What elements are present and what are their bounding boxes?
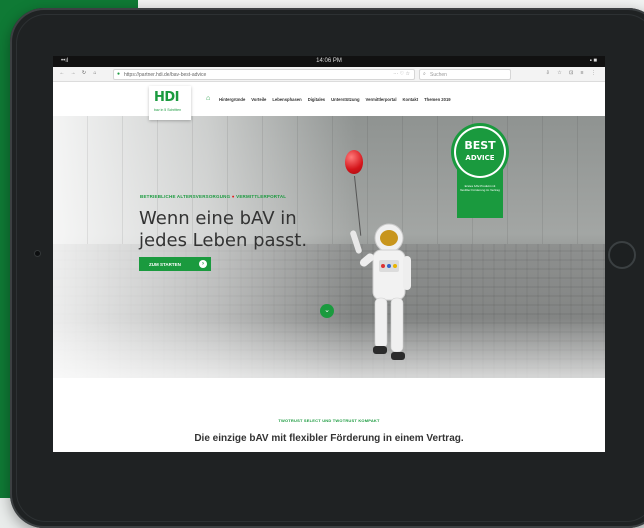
address-bar[interactable]: ● https://partner.hdi.de/bav-best-advice… bbox=[113, 69, 415, 80]
nav-item-hintergruende[interactable]: Hintergründe bbox=[219, 97, 245, 102]
status-time: 14:06 PM bbox=[316, 58, 342, 64]
astronaut-figure bbox=[350, 223, 411, 360]
status-bar: ••ıl 14:06 PM ▪ ■ bbox=[53, 56, 605, 67]
browser-menu-icons[interactable]: ⇩ ☆ ⊡ ≡ ⋮ bbox=[546, 70, 599, 76]
nav-item-unterstuetzung[interactable]: Unterstützung bbox=[331, 97, 359, 102]
site-navigation: HDI bav in 5 Schritten ⌂ Hintergründe Vo… bbox=[53, 82, 605, 120]
nav-links: Hintergründe Vorteile Lebensphasen Digit… bbox=[219, 97, 451, 102]
start-button-label: ZUM STARTEN bbox=[149, 262, 181, 267]
reload-icon[interactable]: ↻ bbox=[81, 70, 87, 76]
nav-item-vermittlerportal[interactable]: Vermittlerportal bbox=[366, 97, 397, 102]
headline-line-2: jedes Leben passt. bbox=[139, 230, 308, 251]
kicker-right: VERMITTLERPORTAL bbox=[236, 194, 287, 199]
kicker-left: BETRIEBLICHE ALTERSVERSORGUNG bbox=[140, 194, 231, 199]
section-title: Die einzige bAV mit flexibler Förderung … bbox=[194, 433, 464, 444]
forward-icon[interactable]: → bbox=[70, 70, 76, 76]
headline-line-1: Wenn eine bAV in bbox=[139, 208, 297, 229]
badge-title: BEST bbox=[464, 139, 496, 152]
badge-subtitle: ADVICE bbox=[465, 154, 495, 162]
logo-tagline: bav in 5 Schritten bbox=[154, 108, 182, 112]
hero-section: BETRIEBLICHE ALTERSVERSORGUNG ● VERMITTL… bbox=[53, 116, 605, 378]
scroll-down-button[interactable]: ⌄ bbox=[320, 304, 334, 318]
browser-nav-buttons: ← → ↻ ⌂ bbox=[59, 70, 98, 76]
logo-mark: HDI bbox=[154, 90, 180, 105]
battery-icon: ▪ ■ bbox=[589, 58, 597, 64]
url-text: https://partner.hdi.de/bav-best-advice bbox=[124, 71, 207, 78]
camera-icon bbox=[35, 251, 40, 256]
back-icon[interactable]: ← bbox=[59, 70, 65, 76]
hero-headline: Wenn eine bAV in jedes Leben passt. bbox=[139, 208, 359, 252]
best-advice-badge: BEST ADVICE bbox=[454, 126, 506, 178]
nav-item-digitales[interactable]: Digitales bbox=[308, 97, 325, 102]
red-balloon bbox=[345, 150, 363, 174]
home-button[interactable] bbox=[608, 241, 636, 269]
home-nav-icon[interactable]: ⌂ bbox=[206, 95, 210, 102]
badge-note: Erstes bAV-Produkt mit flexibler Förderu… bbox=[460, 184, 500, 192]
nav-item-lebensphasen[interactable]: Lebensphasen bbox=[272, 97, 301, 102]
search-icon: ⌕ bbox=[423, 71, 426, 77]
hero-kicker: BETRIEBLICHE ALTERSVERSORGUNG ● VERMITTL… bbox=[140, 194, 286, 199]
search-placeholder: Suchen bbox=[430, 71, 447, 78]
hdi-logo[interactable]: HDI bav in 5 Schritten bbox=[149, 86, 191, 120]
home-icon[interactable]: ⌂ bbox=[92, 70, 98, 76]
bookmark-icon[interactable]: ⋯ ♡ ☆ bbox=[393, 71, 410, 77]
section-kicker: TWOTRUST SELECT UND TWOTRUST KOMPAKT bbox=[278, 418, 380, 423]
arrow-right-icon: › bbox=[199, 260, 207, 268]
search-input[interactable]: ⌕ Suchen bbox=[419, 69, 511, 80]
nav-item-vorteile[interactable]: Vorteile bbox=[251, 97, 266, 102]
product-section: TWOTRUST SELECT UND TWOTRUST KOMPAKT Die… bbox=[53, 378, 605, 452]
tablet-screen: ••ıl 14:06 PM ▪ ■ ← → ↻ ⌂ ● https://part… bbox=[53, 56, 605, 452]
browser-toolbar: ← → ↻ ⌂ ● https://partner.hdi.de/bav-bes… bbox=[53, 67, 605, 82]
nav-item-themen[interactable]: Themen 2019 bbox=[424, 97, 451, 102]
nav-item-kontakt[interactable]: Kontakt bbox=[403, 97, 419, 102]
start-button[interactable]: ZUM STARTEN › bbox=[139, 257, 211, 271]
lock-icon: ● bbox=[117, 71, 121, 77]
hero-bottom-fade bbox=[53, 318, 605, 378]
